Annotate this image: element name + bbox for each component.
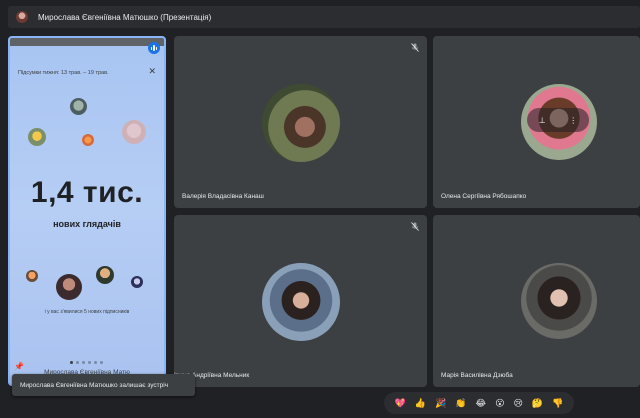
participant-tile[interactable]: Марія Василівна Дзюба (433, 215, 640, 387)
viewer-avatar-icon (122, 120, 146, 144)
participant-avatar (521, 263, 597, 339)
participant-name: Олена Сергіївна Рябошапко (441, 193, 527, 200)
week-summary-label: Підсумки тижня: 13 трав. – 19 трав. (18, 70, 109, 76)
slide-dot (100, 361, 103, 364)
reaction-button[interactable]: 👍 (415, 398, 426, 409)
slide-top-strip (10, 38, 164, 46)
participant-name: Марія Василівна Дзюба (441, 372, 513, 379)
mic-off-icon (411, 43, 419, 52)
participant-avatar (262, 84, 340, 162)
viewer-avatar-icon (70, 98, 87, 115)
reaction-button[interactable]: 👏 (455, 398, 466, 409)
slide-dot (70, 361, 73, 364)
participant-tile[interactable]: Ірина Андріївна Мельник (174, 215, 427, 387)
pin-tile-icon[interactable]: ⊥ (539, 116, 546, 125)
viewer-avatar-icon (56, 274, 82, 300)
mic-off-icon (411, 222, 419, 231)
leave-notification-toast: Мирослава Євгеніївна Матюшко залишає зус… (12, 374, 195, 396)
viewer-avatar-icon (96, 266, 114, 284)
speaking-indicator-icon (148, 42, 160, 54)
more-options-icon[interactable]: ⋮ (569, 116, 577, 125)
new-subscribers-text: і у вас з'явилися 5 нових підписників (44, 309, 130, 315)
slide-dot (94, 361, 97, 364)
viewer-avatar-icon (82, 134, 94, 146)
viewer-avatar-icon (26, 270, 38, 282)
participant-avatar (262, 263, 340, 341)
new-viewers-count: 1,4 тис. (30, 176, 144, 209)
viewer-avatar-icon (131, 276, 143, 288)
slide-dot (76, 361, 79, 364)
slide-progress-dots (70, 361, 103, 364)
participant-name: Валерія Владасівна Канаш (182, 193, 264, 200)
reaction-button[interactable]: 👎 (552, 398, 563, 409)
slide-dot (82, 361, 85, 364)
reaction-button[interactable]: 🎉 (435, 398, 446, 409)
reaction-button[interactable]: 🤔 (532, 398, 543, 409)
reaction-button[interactable]: 😮 (495, 398, 504, 409)
participant-tile[interactable]: ⊥ ⋮ Олена Сергіївна Рябошапко (433, 36, 640, 208)
reaction-button[interactable]: 😂 (476, 398, 487, 409)
presenter-avatar-icon (16, 11, 28, 23)
reaction-button[interactable]: 💖 (395, 398, 406, 409)
viewer-avatar-icon (28, 128, 46, 146)
reactions-bar: 💖 👍 🎉 👏 😂 😮 😢 🤔 👎 (384, 392, 574, 414)
new-viewers-caption: нових глядачів (53, 219, 121, 229)
presentation-tile[interactable]: Підсумки тижня: 13 трав. – 19 трав. ✕ 1,… (8, 36, 166, 386)
meeting-title-bar: Мирослава Євгеніївна Матюшко (Презентаці… (8, 6, 640, 28)
presentation-title: Мирослава Євгеніївна Матюшко (Презентаці… (38, 12, 212, 22)
slide-dot (88, 361, 91, 364)
participant-tile[interactable]: Валерія Владасівна Канаш (174, 36, 427, 208)
close-icon: ✕ (148, 66, 156, 76)
reaction-button[interactable]: 😢 (514, 398, 523, 409)
tile-controls-overlay[interactable]: ⊥ ⋮ (527, 108, 589, 132)
